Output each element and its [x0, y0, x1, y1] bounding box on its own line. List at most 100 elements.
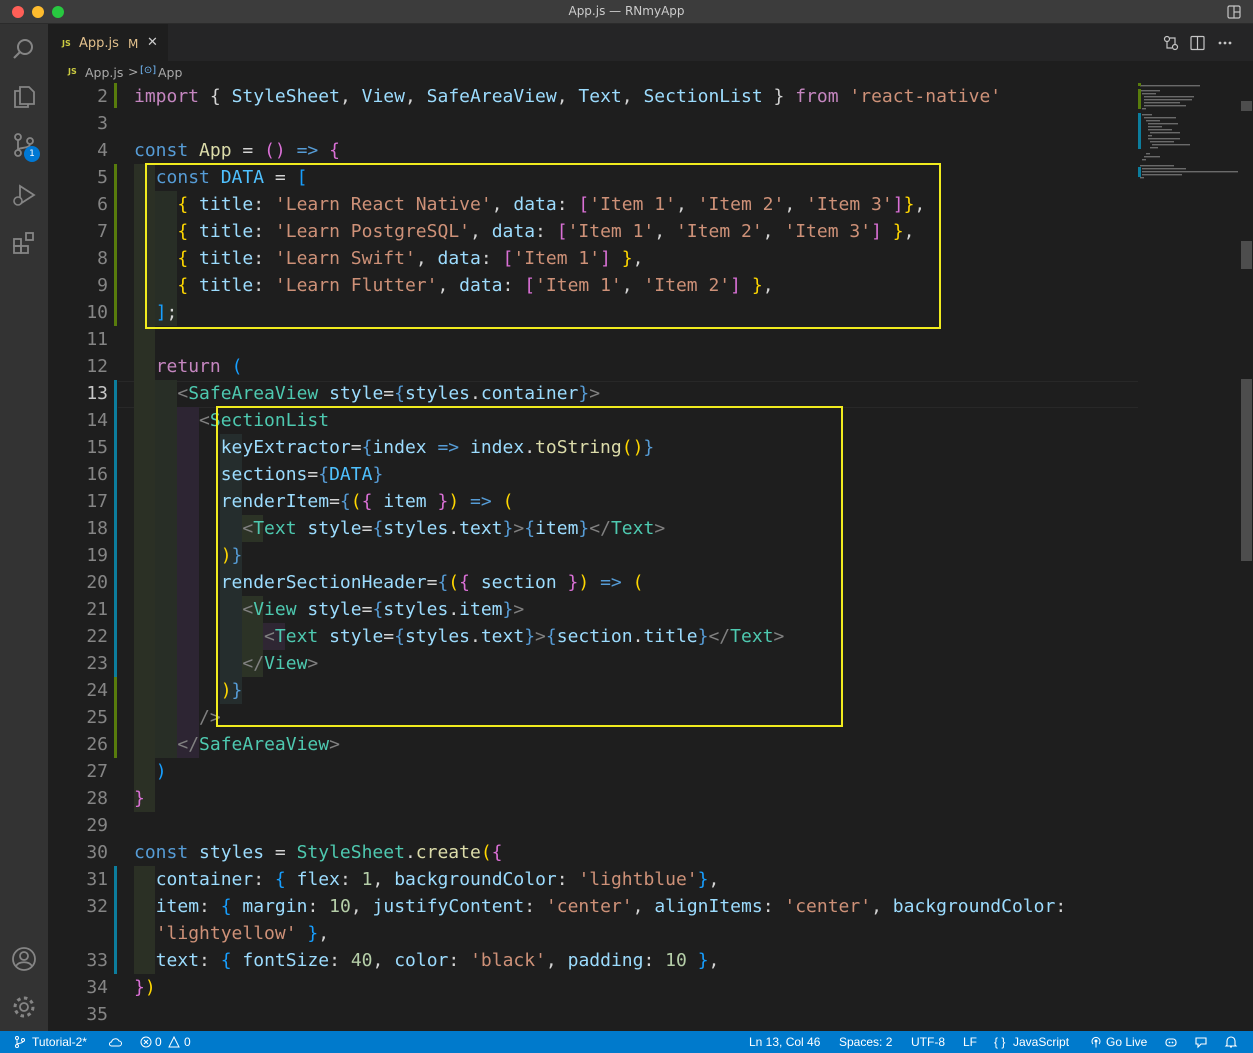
line-number: 25 [86, 707, 108, 728]
gutter-modified-bar [114, 380, 117, 677]
code-line: } [134, 788, 145, 809]
status-bar: Tutorial-2* 0 0 Ln 13, Col 46 Spaces: 2 … [0, 1031, 1253, 1053]
breadcrumb: JS App.js > [⊙] App [48, 61, 1253, 83]
line-number: 8 [97, 248, 108, 269]
code-line: <SafeAreaView style={styles.container}> [177, 383, 601, 404]
line-number: 33 [86, 950, 108, 971]
line-number: 24 [86, 680, 108, 701]
git-branch[interactable]: Tutorial-2* [32, 1035, 87, 1049]
line-number: 17 [86, 491, 108, 512]
line-number: 27 [86, 761, 108, 782]
line-number: 35 [86, 1004, 108, 1025]
code-line-wrapped: 'lightyellow' }, [155, 923, 330, 944]
error-icon [140, 1036, 152, 1048]
editor-actions [1163, 35, 1232, 51]
code-line: }) [134, 977, 156, 998]
javascript-file-icon: JS [62, 39, 71, 48]
code-line: /> [199, 707, 221, 728]
javascript-file-icon: JS [68, 67, 77, 76]
tab-close-icon[interactable]: ✕ [147, 35, 158, 50]
gutter-added-bar [114, 164, 117, 326]
notifications-bell-icon[interactable] [1224, 1035, 1238, 1049]
explorer-icon[interactable] [11, 84, 37, 110]
editor-tab-bar: JS App.js M ✕ [48, 24, 1253, 61]
line-number: 23 [86, 653, 108, 674]
tab-app-js[interactable]: JS App.js M ✕ [48, 24, 168, 61]
go-live-button[interactable]: Go Live [1106, 1035, 1147, 1049]
highlight-box-data [145, 163, 941, 329]
encoding[interactable]: UTF-8 [911, 1035, 945, 1049]
line-number: 12 [86, 356, 108, 377]
feedback-icon[interactable] [1194, 1035, 1208, 1049]
accounts-icon[interactable] [11, 946, 37, 972]
line-number: 31 [86, 869, 108, 890]
line-number: 19 [86, 545, 108, 566]
code-editor[interactable]: 2 3 4 5 6 7 8 9 10 11 12 13 14 15 16 17 … [48, 83, 1253, 1031]
line-number: 3 [97, 113, 108, 134]
code-line: ) [155, 761, 167, 782]
extensions-icon[interactable] [11, 230, 37, 256]
line-number: 21 [86, 599, 108, 620]
breadcrumb-chevron-icon: > [128, 64, 139, 79]
gutter-modified-bar [114, 83, 117, 108]
line-number: 28 [86, 788, 108, 809]
scrollbar-marker [1241, 241, 1252, 269]
split-editor-icon[interactable] [1190, 35, 1205, 51]
minimap[interactable] [1138, 83, 1243, 203]
line-number: 34 [86, 977, 108, 998]
run-debug-icon[interactable] [11, 182, 37, 208]
line-number: 11 [86, 329, 108, 350]
warning-count[interactable]: 0 [184, 1035, 191, 1049]
cursor-position[interactable]: Ln 13, Col 46 [749, 1035, 820, 1049]
line-number: 10 [86, 302, 108, 323]
line-number: 5 [97, 167, 108, 188]
code-line: const styles = StyleSheet.create({ [134, 842, 503, 863]
code-line: return ( [155, 356, 243, 377]
line-number: 18 [86, 518, 108, 539]
error-count[interactable]: 0 [155, 1035, 162, 1049]
activity-bar: 1 [0, 24, 48, 1031]
more-actions-icon[interactable] [1218, 41, 1232, 45]
line-number: 7 [97, 221, 108, 242]
line-number: 2 [97, 86, 108, 107]
vertical-scrollbar[interactable] [1240, 83, 1253, 1031]
broadcast-icon [1091, 1036, 1101, 1048]
line-number: 15 [86, 437, 108, 458]
braces-icon: { } [994, 1035, 1006, 1049]
highlight-box-sectionlist [216, 406, 843, 727]
cloud-sync-icon[interactable] [108, 1036, 122, 1048]
scrollbar-marker [1241, 101, 1252, 111]
search-icon[interactable] [11, 36, 37, 62]
customize-layout-icon[interactable] [1227, 5, 1241, 19]
code-line: container: { flex: 1, backgroundColor: '… [155, 869, 720, 890]
scrollbar-marker [1241, 379, 1252, 561]
code-line: const App = () => { [134, 140, 340, 161]
warning-icon [168, 1036, 180, 1048]
line-number: 20 [86, 572, 108, 593]
line-number: 6 [97, 194, 108, 215]
variable-symbol-icon: [⊙] [140, 65, 157, 76]
gutter-added-bar [114, 677, 117, 758]
line-number: 16 [86, 464, 108, 485]
copilot-icon[interactable] [1164, 1035, 1178, 1049]
line-number: 26 [86, 734, 108, 755]
line-number: 14 [86, 410, 108, 431]
title-bar: App.js — RNmyApp [0, 0, 1253, 24]
line-number: 32 [86, 896, 108, 917]
line-number: 22 [86, 626, 108, 647]
end-of-line[interactable]: LF [963, 1035, 977, 1049]
code-line: </SafeAreaView> [177, 734, 340, 755]
language-mode[interactable]: JavaScript [1013, 1035, 1069, 1049]
breadcrumb-symbol[interactable]: App [158, 65, 182, 80]
line-number: 4 [97, 140, 108, 161]
tab-modified-indicator: M [128, 37, 139, 51]
line-number: 29 [86, 815, 108, 836]
settings-gear-icon[interactable] [11, 994, 37, 1020]
gutter-modified-bar [114, 866, 117, 974]
code-line: item: { margin: 10, justifyContent: 'cen… [155, 896, 1067, 917]
window-title: App.js — RNmyApp [568, 4, 685, 18]
open-changes-icon[interactable] [1163, 35, 1179, 51]
indentation[interactable]: Spaces: 2 [839, 1035, 892, 1049]
breadcrumb-file[interactable]: App.js [85, 65, 123, 80]
tab-label: App.js [79, 36, 119, 51]
